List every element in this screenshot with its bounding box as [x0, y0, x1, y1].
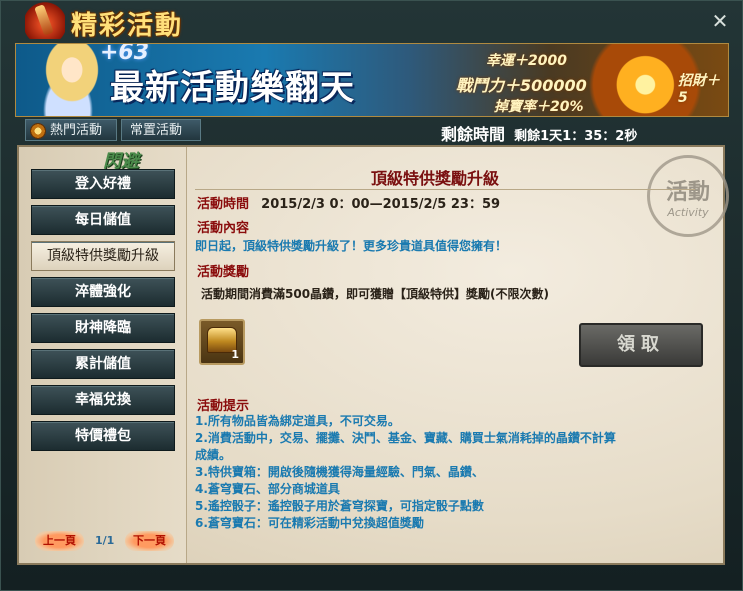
sidebar-item-daily-topup[interactable]: 每日儲值 — [31, 205, 175, 235]
activity-sidebar: 閃避 登入好禮 每日儲值 頂級特供獎勵升級 淬體強化 財神降臨 累計儲值 幸福兌… — [19, 147, 187, 563]
page-indicator: 1/1 — [95, 534, 115, 547]
activity-content-label: 活動內容 — [197, 221, 250, 236]
activity-time-label: 活動時間 — [197, 197, 250, 212]
banner-title: 最新活動樂翻天 — [110, 68, 355, 108]
tip-line: 4.蒼穹寶石、部分商城道具 — [195, 482, 340, 496]
tip-line: 成績。 — [195, 448, 232, 462]
reward-item-slot[interactable]: 1 — [199, 319, 245, 365]
countdown-label: 剩餘時間 — [441, 125, 506, 144]
activity-tips-label: 活動提示 — [197, 399, 250, 414]
window-title: 精彩活動 — [71, 11, 184, 41]
activity-time: 活動時間 2015/2/3 0：00—2015/2/5 23：59 — [197, 193, 500, 212]
close-button[interactable]: ✕ — [710, 11, 730, 31]
coin-icon — [30, 123, 46, 139]
event-banner: +63 最新活動樂翻天 幸運＋2000 戰鬥力＋500000 掉寶率＋20% 招… — [15, 43, 729, 117]
tab-regular-label: 常置活動 — [130, 123, 183, 138]
activity-reward-label: 活動獎勵 — [197, 265, 250, 280]
banner-stat-power: 戰鬥力＋500000 — [456, 76, 587, 95]
stamp-english: Activity — [667, 206, 709, 219]
claim-button[interactable]: 領取 — [579, 323, 703, 367]
sidebar-pager: 上一頁 1/1 下一頁 — [35, 531, 175, 551]
sidebar-item-premium-reward[interactable]: 頂級特供獎勵升級 — [31, 241, 175, 271]
activity-reward-text: 活動期間消費滿500晶鑽，即可獲贈【頂級特供】獎勵(不限次數) — [201, 287, 550, 301]
countdown: 剩餘時間 剩餘1天1：35：2秒 — [441, 121, 637, 145]
tip-line: 6.蒼穹寶石：可在精彩活動中兌換超值獎勵 — [195, 516, 424, 530]
activity-tips: 1.所有物品皆為綁定道具，不可交易。 2.消費活動中，交易、擺攤、決鬥、基金、寶… — [195, 413, 715, 532]
activity-time-value: 2015/2/3 0：00—2015/2/5 23：59 — [261, 197, 501, 212]
sidebar-item-refine[interactable]: 淬體強化 — [31, 277, 175, 307]
tab-regular-activities[interactable]: 常置活動 — [121, 119, 201, 141]
sidebar-item-happy-exchange[interactable]: 幸福兌換 — [31, 385, 175, 415]
activity-window: 精彩活動 ✕ +63 最新活動樂翻天 幸運＋2000 戰鬥力＋500000 掉寶… — [0, 0, 743, 591]
banner-stat-recruit: 招財＋5 — [678, 73, 720, 106]
prev-page-button[interactable]: 上一頁 — [35, 531, 84, 551]
tip-line: 5.遙控骰子：遙控骰子用於蒼穹探寶，可指定骰子點數 — [195, 499, 484, 513]
countdown-value: 剩餘1天1：35：2秒 — [514, 129, 638, 144]
reward-quantity: 1 — [231, 348, 239, 361]
tab-hot-activities[interactable]: 熱門活動 — [25, 119, 117, 141]
sidebar-item-login-gift[interactable]: 登入好禮 — [31, 169, 175, 199]
tab-hot-label: 熱門活動 — [50, 123, 103, 138]
tip-line: 2.消費活動中，交易、擺攤、決鬥、基金、寶藏、購買士氣消耗掉的晶鑽不計算 — [195, 431, 616, 445]
sidebar-item-special-pack[interactable]: 特價禮包 — [31, 421, 175, 451]
activity-detail: 活動 Activity 頂級特供獎勵升級 活動時間 2015/2/3 0：00—… — [195, 147, 729, 563]
content-panel: 閃避 登入好禮 每日儲值 頂級特供獎勵升級 淬體強化 財神降臨 累計儲值 幸福兌… — [17, 145, 729, 565]
banner-stat-drop: 掉寶率＋20% — [494, 99, 584, 115]
next-page-button[interactable]: 下一頁 — [125, 531, 174, 551]
sidebar-item-cumulative-topup[interactable]: 累計儲值 — [31, 349, 175, 379]
tip-line: 3.特供寶箱：開啟後隨機獲得海量經驗、門氣、晶鑽、 — [195, 465, 484, 479]
activity-title: 頂級特供獎勵升級 — [370, 169, 499, 188]
title-divider — [195, 189, 695, 190]
tip-line: 1.所有物品皆為綁定道具，不可交易。 — [195, 414, 400, 428]
sidebar-item-fortune-god[interactable]: 財神降臨 — [31, 313, 175, 343]
activity-content: 即日起，頂級特供獎勵升級了！更多珍貴道具值得您擁有！ — [195, 239, 508, 253]
title-bar: 精彩活動 ✕ — [1, 1, 743, 45]
flame-sword-icon — [25, 1, 65, 39]
banner-stat-luck: 幸運＋2000 — [486, 53, 567, 69]
